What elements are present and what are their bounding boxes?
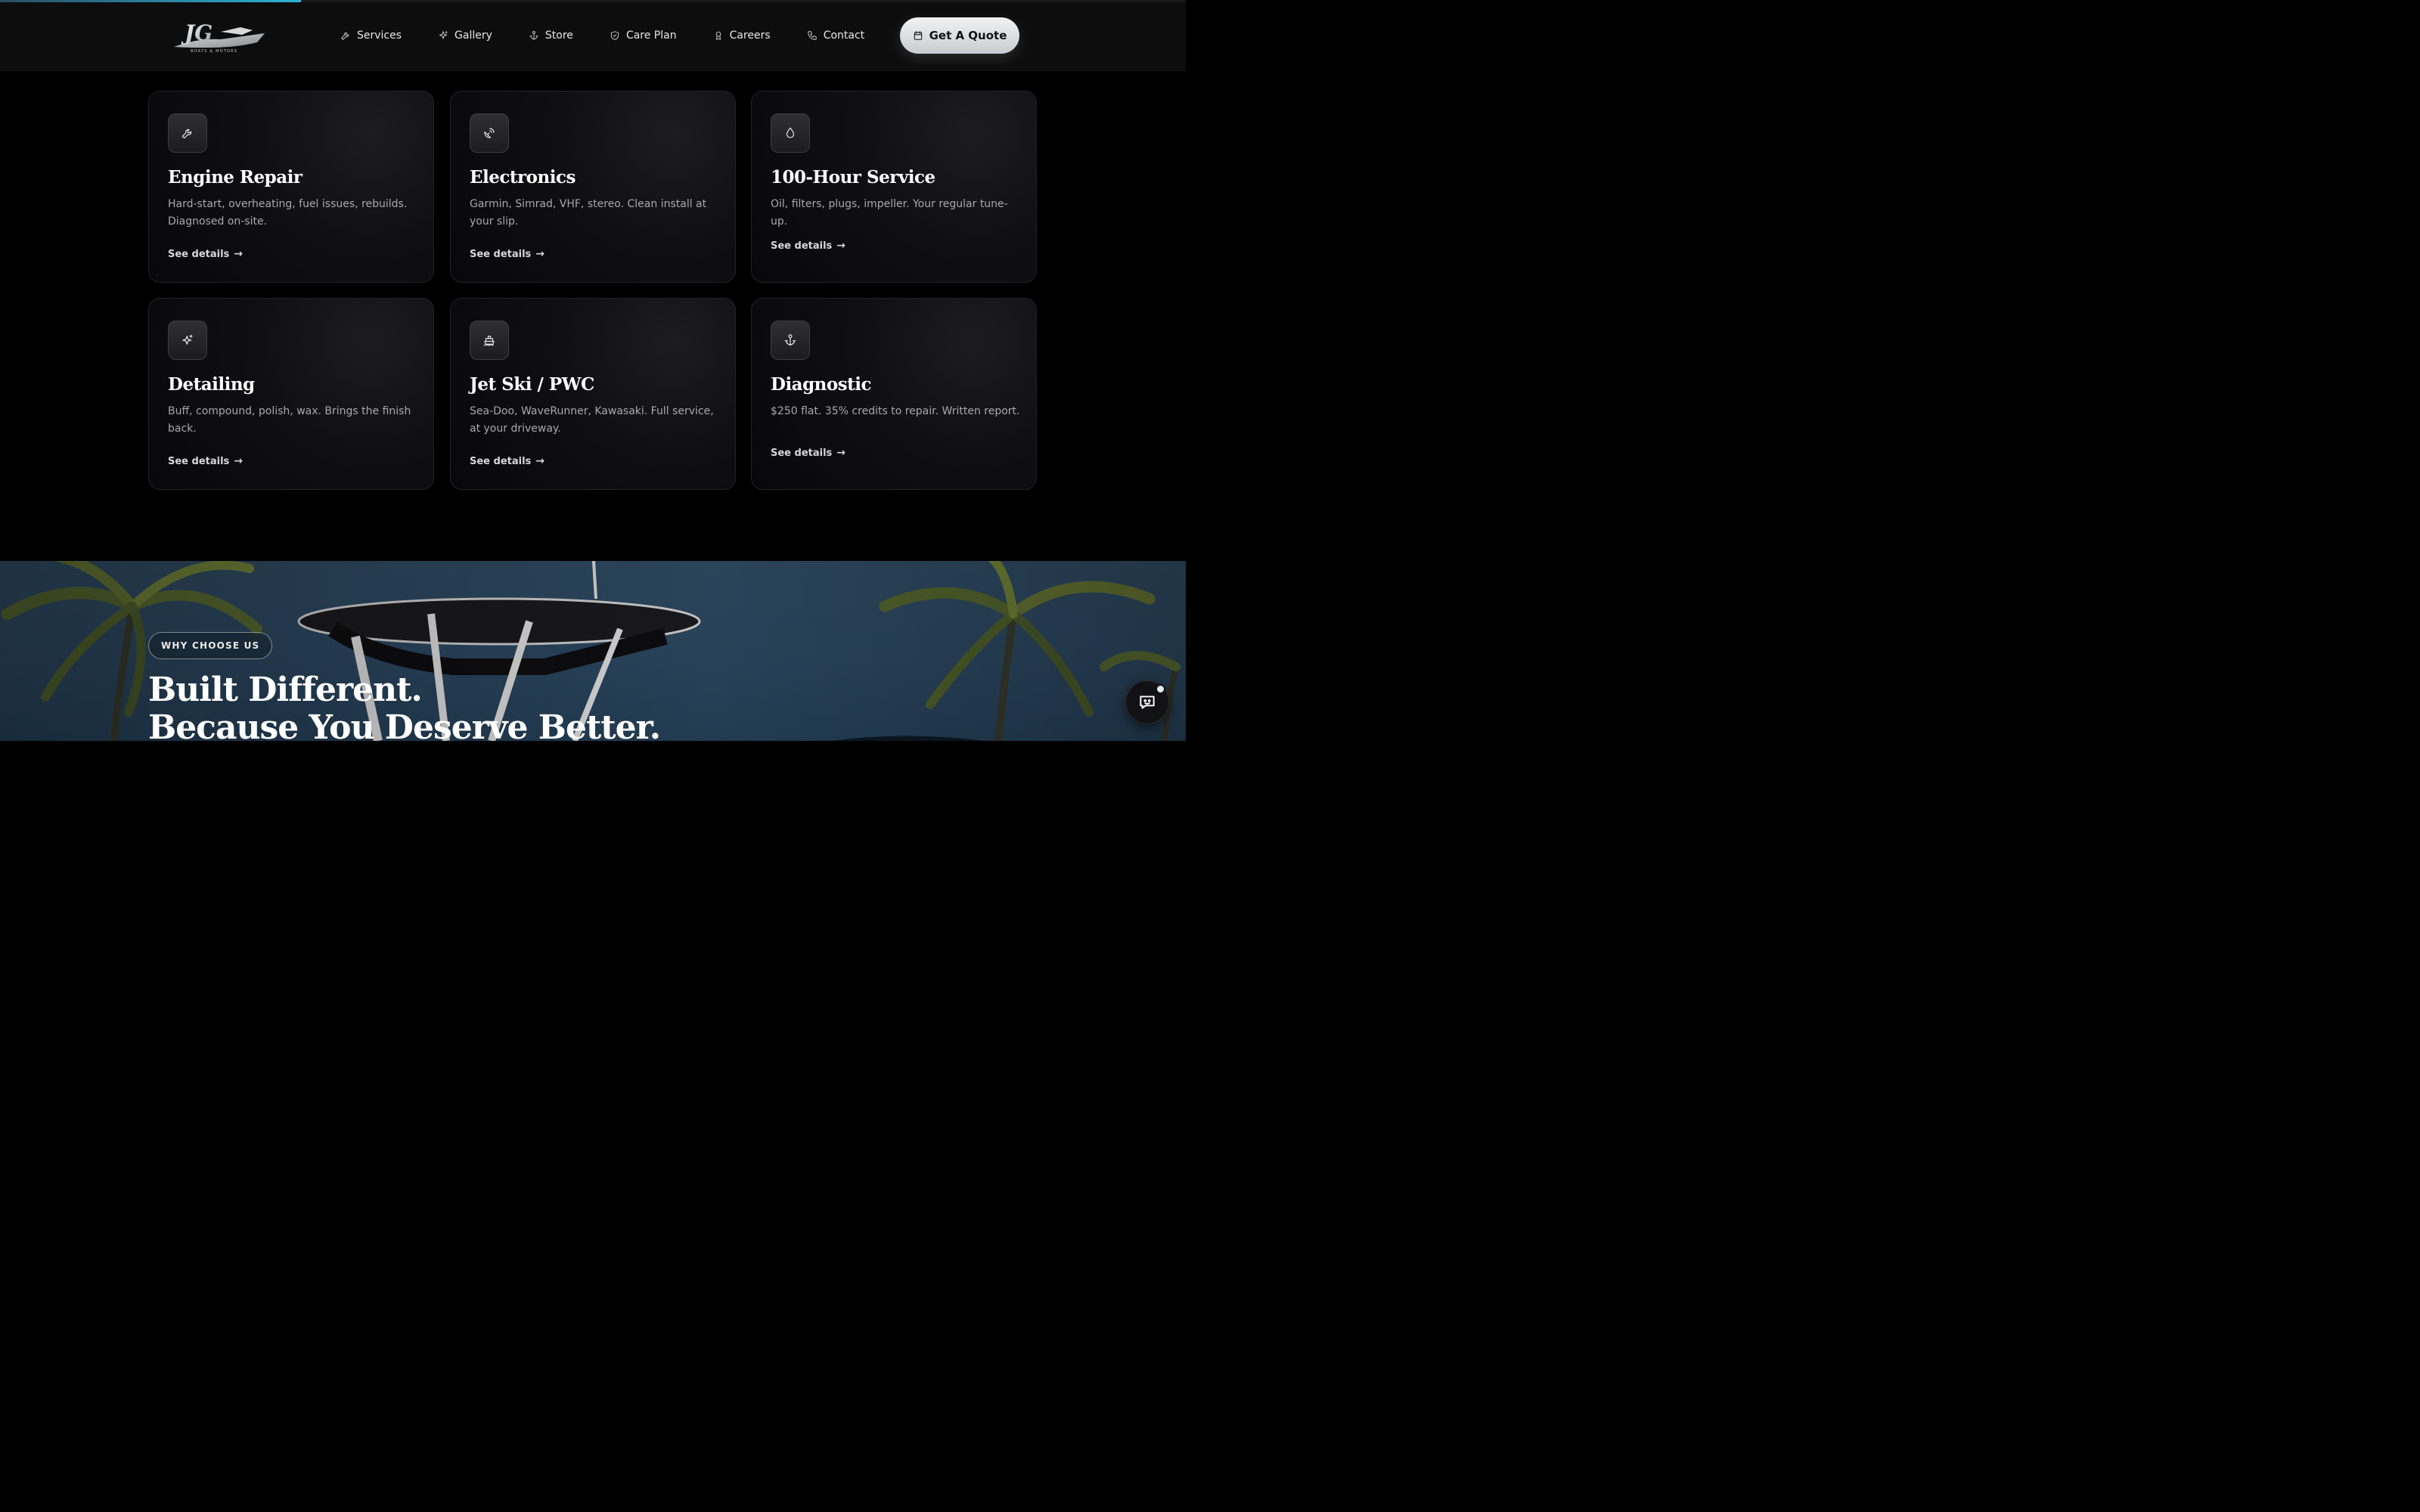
see-details-link[interactable]: See details → <box>771 447 845 459</box>
primary-nav: Services Gallery Store Care Plan Careers… <box>340 0 864 71</box>
droplet-icon <box>786 127 795 138</box>
see-details-link[interactable]: See details → <box>470 455 544 467</box>
service-icon-box <box>168 113 207 153</box>
service-description: Garmin, Simrad, VHF, stereo. Clean insta… <box>470 198 707 228</box>
scroll-progress-bar <box>0 0 1186 2</box>
link-label: See details <box>168 248 230 260</box>
anchor-icon <box>529 30 538 40</box>
service-title: Detailing <box>168 374 255 395</box>
see-details-link[interactable]: See details → <box>470 248 544 260</box>
heading-line-1: Built Different. <box>148 671 423 709</box>
link-label: See details <box>470 455 532 467</box>
nav-item-contact[interactable]: Contact <box>807 29 864 42</box>
nav-label: Care Plan <box>625 29 677 42</box>
service-icon-box <box>168 321 207 360</box>
scroll-progress-fill <box>0 0 302 2</box>
wrench-icon <box>182 129 192 139</box>
ship-icon <box>483 336 495 346</box>
link-label: See details <box>771 447 833 459</box>
see-details-link[interactable]: See details → <box>168 248 243 260</box>
service-description: Hard-start, overheating, fuel issues, re… <box>168 198 408 228</box>
nav-item-care-plan[interactable]: Care Plan <box>610 29 677 42</box>
service-title: Jet Ski / PWC <box>470 374 594 395</box>
service-card-jet-ski-pwc[interactable]: Jet Ski / PWC Sea-Doo, WaveRunner, Kawas… <box>450 298 736 490</box>
nav-label: Services <box>357 29 402 42</box>
service-title: Engine Repair <box>168 167 302 187</box>
nav-label: Store <box>544 29 573 42</box>
get-a-quote-label: Get A Quote <box>929 29 1007 42</box>
service-description: $250 flat. 35% credits to repair. Writte… <box>771 405 1020 417</box>
arrow-right-icon: → <box>234 248 244 260</box>
nav-item-careers[interactable]: Careers <box>713 29 771 42</box>
link-label: See details <box>771 240 833 252</box>
get-a-quote-button[interactable]: Get A Quote <box>900 17 1019 54</box>
why-choose-us-badge: WHY CHOOSE US <box>148 632 273 659</box>
top-navigation: JG BOATS & MOTORS Services Gallery Store… <box>0 0 1186 71</box>
why-choose-us-section: WHY CHOOSE US Built Different. Because Y… <box>0 561 1186 741</box>
chat-notification-dot <box>1156 684 1165 694</box>
service-card-engine-repair[interactable]: Engine Repair Hard-start, overheating, f… <box>148 91 434 283</box>
sparkle-icon <box>439 31 448 39</box>
arrow-right-icon: → <box>836 240 846 252</box>
service-title: Electronics <box>470 167 576 187</box>
wrench-icon <box>341 32 349 40</box>
service-icon-box <box>470 321 509 360</box>
nav-label: Careers <box>729 29 771 42</box>
see-details-link[interactable]: See details → <box>771 240 845 252</box>
sparkle-icon <box>182 334 193 345</box>
nav-label: Contact <box>823 29 865 42</box>
svg-text:JG: JG <box>181 20 213 45</box>
link-label: See details <box>168 455 230 467</box>
nav-item-services[interactable]: Services <box>340 29 402 42</box>
link-label: See details <box>470 248 532 260</box>
shield-icon <box>610 31 619 40</box>
logo-icon: JG BOATS & MOTORS <box>174 20 265 54</box>
svg-text:BOATS & MOTORS: BOATS & MOTORS <box>191 49 237 54</box>
phone-icon <box>807 31 817 40</box>
nav-item-gallery[interactable]: Gallery <box>438 29 492 42</box>
anchor-icon <box>784 334 796 346</box>
service-title: 100-Hour Service <box>771 167 935 187</box>
chat-bot-icon <box>1140 696 1155 709</box>
service-description: Sea-Doo, WaveRunner, Kawasaki. Full serv… <box>470 405 714 435</box>
service-card-100-hour-service[interactable]: 100-Hour Service Oil, filters, plugs, im… <box>751 91 1037 283</box>
award-icon <box>715 31 721 40</box>
see-details-link[interactable]: See details → <box>168 455 243 467</box>
why-choose-us-heading: Built Different. Because You Deserve Bet… <box>148 671 661 742</box>
brand-logo[interactable]: JG BOATS & MOTORS <box>168 17 271 56</box>
satellite-dish-icon <box>484 128 495 138</box>
heading-line-2: Because You Deserve Better. <box>148 708 661 742</box>
calendar-icon <box>914 31 922 40</box>
service-card-detailing[interactable]: Detailing Buff, compound, polish, wax. B… <box>148 298 434 490</box>
service-description: Buff, compound, polish, wax. Brings the … <box>168 405 411 435</box>
service-icon-box <box>470 113 509 153</box>
service-description: Oil, filters, plugs, impeller. Your regu… <box>771 198 1008 228</box>
arrow-right-icon: → <box>535 248 545 260</box>
nav-label: Gallery <box>455 29 492 42</box>
nav-item-store[interactable]: Store <box>529 29 573 42</box>
service-card-diagnostic[interactable]: Diagnostic $250 flat. 35% credits to rep… <box>751 298 1037 490</box>
service-title: Diagnostic <box>771 374 872 395</box>
service-card-electronics[interactable]: Electronics Garmin, Simrad, VHF, stereo.… <box>450 91 736 283</box>
arrow-right-icon: → <box>836 447 846 459</box>
service-icon-box <box>771 321 810 360</box>
arrow-right-icon: → <box>535 455 545 467</box>
arrow-right-icon: → <box>234 455 244 467</box>
service-icon-box <box>771 113 810 153</box>
